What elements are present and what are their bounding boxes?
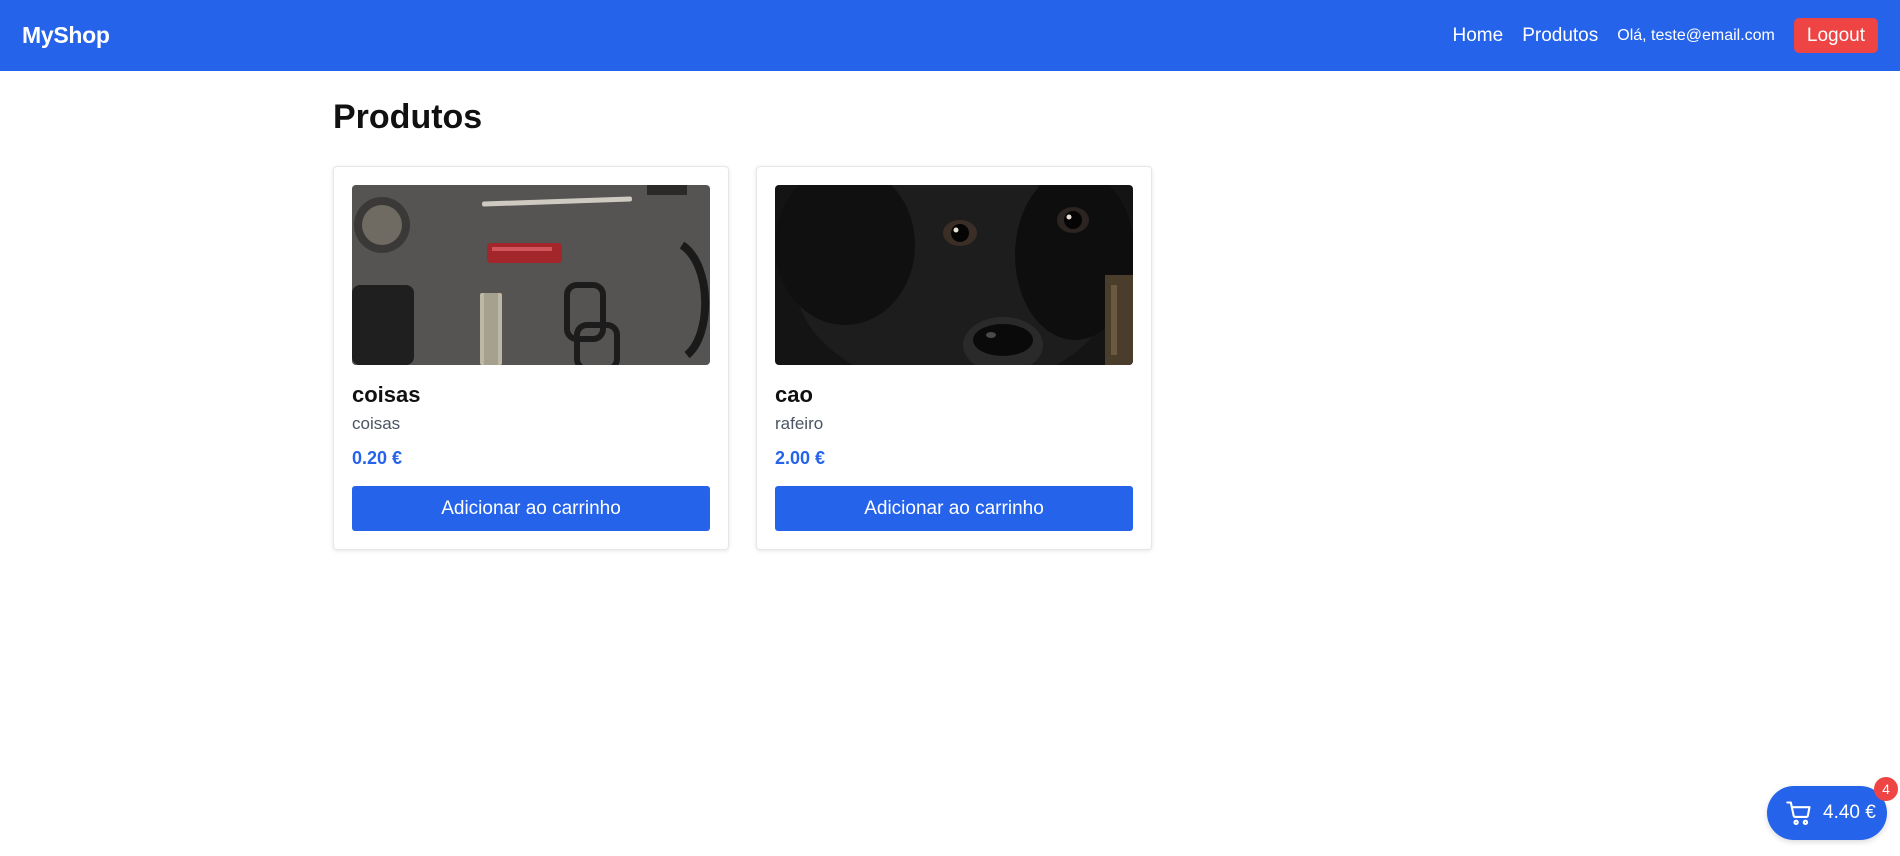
user-greeting: Olá, teste@email.com [1617,26,1775,44]
nav-link-home[interactable]: Home [1453,25,1504,47]
cart-count-badge: 4 [1874,777,1898,801]
product-image [775,185,1133,365]
add-to-cart-button[interactable]: Adicionar ao carrinho [775,486,1133,531]
product-price: 0.20 € [352,448,403,468]
navbar: MyShop Home Produtos Olá, teste@email.co… [0,0,1900,71]
nav-link-produtos[interactable]: Produtos [1522,25,1598,47]
product-image [352,185,710,365]
product-card: cao rafeiro 2.00 € Adicionar ao carrinho [756,166,1152,550]
product-name: coisas [352,382,421,407]
product-card: coisas coisas 0.20 € Adicionar ao carrin… [333,166,729,550]
brand-logo[interactable]: MyShop [22,22,110,49]
cart-button[interactable]: 4.40 € [1767,786,1887,840]
cart-total: 4.40 € [1823,802,1876,823]
product-description: coisas [352,414,401,433]
nav-right: Home Produtos Olá, teste@email.com Logou… [1453,18,1878,53]
product-name: cao [775,382,813,407]
shopping-cart-icon [1786,801,1811,826]
product-grid: coisas coisas 0.20 € Adicionar ao carrin… [333,166,1152,550]
add-to-cart-button[interactable]: Adicionar ao carrinho [352,486,710,531]
page-title: Produtos [333,98,483,136]
product-description: rafeiro [775,414,824,433]
product-price: 2.00 € [775,448,826,468]
logout-button[interactable]: Logout [1793,18,1878,53]
